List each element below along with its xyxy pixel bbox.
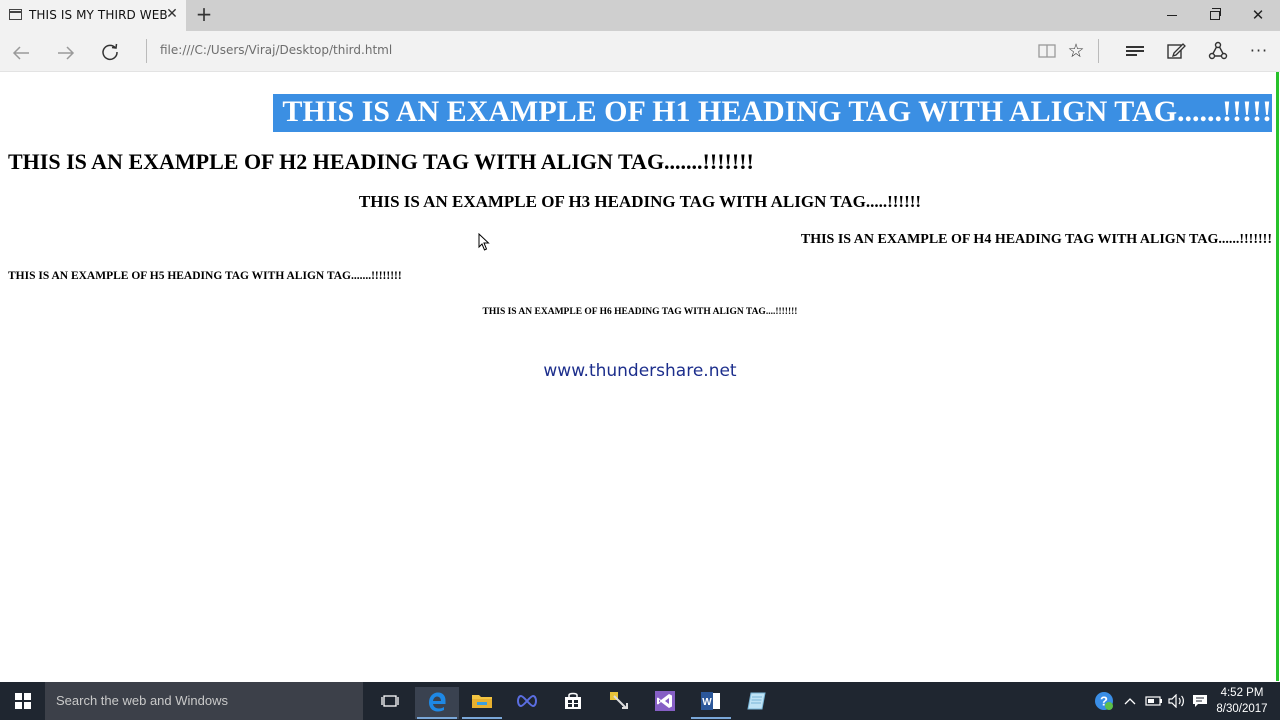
mouse-cursor-icon <box>478 233 490 251</box>
minimize-button[interactable] <box>1150 0 1194 31</box>
system-clock[interactable]: 4:52 PM 8/30/2017 <box>1212 685 1272 717</box>
maximize-icon <box>1210 8 1221 20</box>
active-indicator <box>417 717 457 719</box>
volume-icon[interactable] <box>1166 682 1188 720</box>
hub-icon[interactable] <box>1120 39 1150 63</box>
edge-icon[interactable] <box>415 687 459 719</box>
tab-title: THIS IS MY THIRD WEB <box>29 8 168 22</box>
page-icon <box>9 9 22 20</box>
chevron-up-icon[interactable] <box>1120 682 1140 720</box>
heading-h3: THIS IS AN EXAMPLE OF H3 HEADING TAG WIT… <box>358 192 922 211</box>
clock-date: 8/30/2017 <box>1216 703 1268 715</box>
new-tab-button[interactable]: + <box>194 2 214 26</box>
infinity-app-icon[interactable] <box>505 687 549 719</box>
close-window-button[interactable]: ✕ <box>1236 0 1280 31</box>
running-indicator <box>462 717 502 719</box>
reading-view-icon[interactable] <box>1032 39 1062 63</box>
web-page-content: THIS IS AN EXAMPLE OF H1 HEADING TAG WIT… <box>0 73 1274 681</box>
close-window-icon: ✕ <box>1251 6 1265 24</box>
heading-h6: THIS IS AN EXAMPLE OF H6 HEADING TAG WIT… <box>482 307 798 317</box>
taskbar: Search the web and Windows W ? 4:52 PM 8… <box>0 682 1280 720</box>
share-icon[interactable] <box>1203 39 1233 63</box>
scrollbar-thumb[interactable] <box>1276 72 1279 681</box>
notepad-icon[interactable] <box>735 687 779 719</box>
web-note-icon[interactable] <box>1161 39 1191 63</box>
start-button[interactable] <box>0 682 45 720</box>
refresh-icon[interactable] <box>96 39 124 63</box>
taskbar-search-box[interactable]: Search the web and Windows <box>45 682 363 720</box>
svg-text:W: W <box>702 697 712 708</box>
address-divider <box>146 39 147 63</box>
watermark-text: www.thundershare.net <box>543 361 737 381</box>
help-icon[interactable]: ? <box>1092 682 1116 720</box>
title-bar: THIS IS MY THIRD WEB ✕ + ✕ <box>0 0 1280 31</box>
address-bar[interactable]: file:///C:/Users/Viraj/Desktop/third.htm… <box>160 43 392 57</box>
heading-h5: THIS IS AN EXAMPLE OF H5 HEADING TAG WIT… <box>8 270 402 282</box>
forward-icon[interactable] <box>52 39 80 63</box>
close-icon[interactable]: ✕ <box>164 6 180 22</box>
heading-h4: THIS IS AN EXAMPLE OF H4 HEADING TAG WIT… <box>800 232 1272 247</box>
store-icon[interactable] <box>551 687 595 719</box>
word-icon[interactable]: W <box>689 687 733 719</box>
battery-icon[interactable] <box>1143 682 1165 720</box>
clock-time: 4:52 PM <box>1220 687 1264 699</box>
running-indicator <box>691 717 731 719</box>
windows-logo-icon <box>15 693 31 709</box>
heading-h2: THIS IS AN EXAMPLE OF H2 HEADING TAG WIT… <box>8 149 754 174</box>
browser-tab[interactable]: THIS IS MY THIRD WEB ✕ <box>0 0 186 31</box>
minimize-icon <box>1167 15 1177 16</box>
task-view-icon[interactable] <box>368 687 412 719</box>
notifications-icon[interactable] <box>1189 682 1211 720</box>
more-icon[interactable]: ··· <box>1244 39 1274 63</box>
favorite-star-icon[interactable]: ☆ <box>1061 39 1091 63</box>
heading-h1: THIS IS AN EXAMPLE OF H1 HEADING TAG WIT… <box>273 94 1272 132</box>
search-placeholder: Search the web and Windows <box>56 693 228 708</box>
tools-app-icon[interactable] <box>597 687 641 719</box>
navigation-bar: file:///C:/Users/Viraj/Desktop/third.htm… <box>0 31 1280 72</box>
back-icon[interactable] <box>7 39 35 63</box>
visual-studio-icon[interactable] <box>643 687 687 719</box>
file-explorer-icon[interactable] <box>460 687 504 719</box>
tools-divider <box>1098 39 1099 63</box>
maximize-button[interactable] <box>1193 0 1237 31</box>
